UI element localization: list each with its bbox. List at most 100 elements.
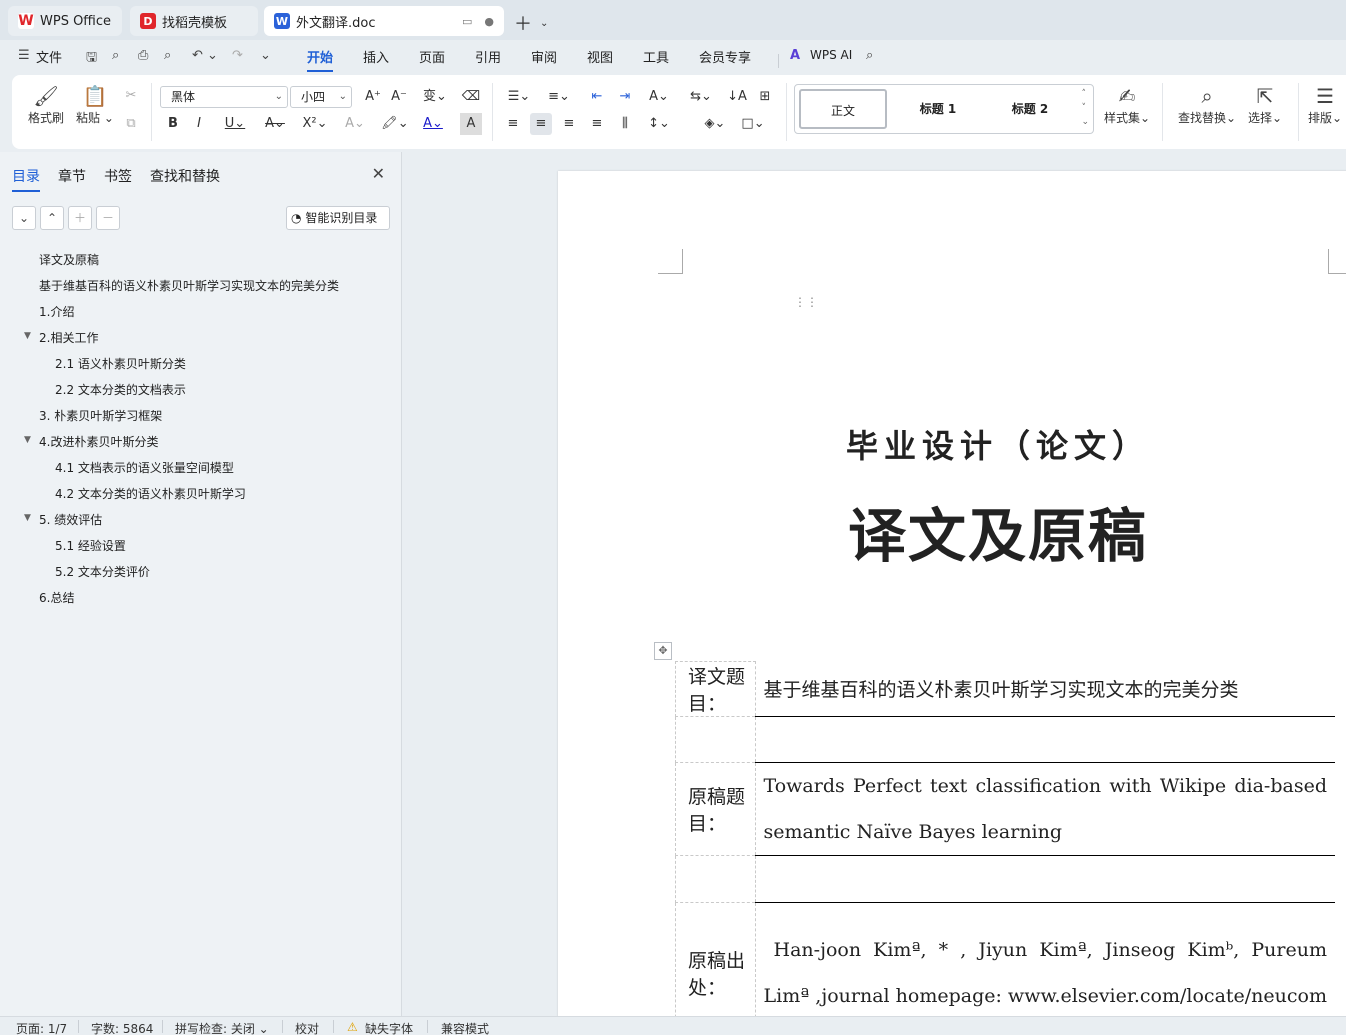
- menu-page[interactable]: 页面: [419, 47, 445, 66]
- menu-home[interactable]: 开始: [307, 47, 334, 72]
- toc-item[interactable]: 4.改进朴素贝叶斯分类: [39, 433, 158, 450]
- increase-indent-icon[interactable]: ⇥: [614, 86, 636, 108]
- toc-item[interactable]: 6.总结: [39, 589, 74, 606]
- toc-item[interactable]: 基于维基百科的语义朴素贝叶斯学习实现文本的完美分类: [39, 277, 339, 294]
- strikethrough-icon[interactable]: A⌄: [260, 113, 290, 135]
- nav-tab-bookmarks[interactable]: 书签: [104, 166, 132, 186]
- font-name-select[interactable]: 黑体 ⌄: [160, 86, 288, 108]
- status-compat-mode[interactable]: 兼容模式: [441, 1020, 489, 1035]
- tag-icon[interactable]: ⌕: [112, 48, 119, 63]
- search-icon[interactable]: ⌕: [866, 48, 873, 63]
- grow-font-icon[interactable]: A⁺: [362, 86, 384, 108]
- align-left-icon[interactable]: ≡: [502, 113, 524, 135]
- tab-wps-office[interactable]: W WPS Office: [8, 6, 122, 36]
- empty-value-cell[interactable]: [754, 855, 1335, 903]
- expand-triangle-icon[interactable]: ▼: [24, 513, 31, 523]
- copy-icon[interactable]: ⧉: [120, 113, 142, 135]
- underline-icon[interactable]: U⌄: [220, 113, 250, 135]
- status-spell-check[interactable]: 拼写检查: 关闭 ⌄: [175, 1020, 269, 1035]
- line-spacing-icon[interactable]: ↕⌄: [644, 113, 674, 135]
- numbered-list-icon[interactable]: ≡⌄: [544, 86, 574, 108]
- source-value[interactable]: Han-joon Kimª, * , Jiyun Kimª, Jinseog K…: [754, 902, 1335, 1016]
- menu-references[interactable]: 引用: [475, 47, 501, 66]
- status-missing-font[interactable]: 缺失字体: [365, 1020, 413, 1035]
- toc-item[interactable]: 4.1 文档表示的语义张量空间模型: [55, 459, 234, 476]
- toc-item[interactable]: 5. 绩效评估: [39, 511, 102, 528]
- empty-value-cell[interactable]: [754, 716, 1335, 763]
- sort-icon[interactable]: ↓A: [726, 86, 748, 108]
- toc-item[interactable]: 4.2 文本分类的语义朴素贝叶斯学习: [55, 485, 246, 502]
- menu-review[interactable]: 审阅: [531, 47, 557, 66]
- document-page[interactable]: ⋮⋮ 毕业设计（论文） 译文及原稿 ✥ 译文题目： 基于维基百科的语义朴素贝叶斯…: [558, 171, 1346, 1016]
- phonetic-guide-icon[interactable]: 变⌄: [420, 86, 450, 108]
- smart-toc-button[interactable]: ◔ 智能识别目录: [286, 206, 390, 230]
- nav-tab-sections[interactable]: 章节: [58, 166, 86, 186]
- remove-heading-icon[interactable]: －: [96, 206, 120, 230]
- undo-icon[interactable]: ↶ ⌄: [192, 48, 218, 63]
- collapse-up-icon[interactable]: ⌃: [40, 206, 64, 230]
- print-preview-icon[interactable]: ⌕: [164, 48, 171, 63]
- expand-triangle-icon[interactable]: ▼: [24, 331, 31, 341]
- original-title-value[interactable]: Towards Perfect text classification with…: [754, 762, 1335, 856]
- toc-item[interactable]: 2.2 文本分类的文档表示: [55, 381, 186, 398]
- document-canvas[interactable]: ⋮⋮ 毕业设计（论文） 译文及原稿 ✥ 译文题目： 基于维基百科的语义朴素贝叶斯…: [403, 152, 1346, 1016]
- window-icon[interactable]: ▭: [462, 15, 472, 28]
- nav-tab-toc[interactable]: 目录: [12, 166, 40, 192]
- bullet-list-icon[interactable]: ☰⌄: [504, 86, 534, 108]
- align-right-icon[interactable]: ≡: [558, 113, 580, 135]
- distributed-icon[interactable]: ⫼: [614, 113, 636, 135]
- font-color-icon[interactable]: A⌄: [418, 113, 448, 135]
- shrink-font-icon[interactable]: A⁻: [388, 86, 410, 108]
- toc-item[interactable]: 1.介绍: [39, 303, 74, 320]
- add-heading-icon[interactable]: ＋: [68, 206, 92, 230]
- paste-button[interactable]: 📋 粘贴 ⌄: [76, 83, 114, 126]
- quick-access-chevron-icon[interactable]: ⌄: [260, 48, 271, 63]
- clear-format-icon[interactable]: ⌫: [460, 86, 482, 108]
- tab-list-chevron-icon[interactable]: ⌄: [540, 18, 548, 29]
- justify-icon[interactable]: ≡: [586, 113, 608, 135]
- status-word-count[interactable]: 字数: 5864: [91, 1020, 153, 1035]
- decrease-indent-icon[interactable]: ⇤: [586, 86, 608, 108]
- new-tab-icon[interactable]: ＋: [514, 10, 532, 36]
- menu-hamburger-icon[interactable]: ☰: [18, 48, 30, 63]
- toc-item[interactable]: 5.2 文本分类评价: [55, 563, 150, 580]
- translated-title-value[interactable]: 基于维基百科的语义朴素贝叶斯学习实现文本的完美分类: [754, 661, 1335, 717]
- style-set-button[interactable]: ✍ 样式集⌄: [1104, 83, 1150, 126]
- borders-icon[interactable]: □⌄: [738, 113, 768, 135]
- style-heading-1[interactable]: 标题 1: [893, 89, 983, 129]
- menu-file[interactable]: 文件: [36, 47, 62, 66]
- menu-membership[interactable]: 会员专享: [699, 47, 751, 66]
- menu-wps-ai[interactable]: WPS AI: [810, 48, 852, 62]
- tab-document[interactable]: W 外文翻译.doc ▭ ●: [264, 6, 504, 36]
- italic-icon[interactable]: I: [188, 113, 210, 135]
- close-icon[interactable]: ✕: [372, 164, 385, 183]
- toc-item[interactable]: 3. 朴素贝叶斯学习框架: [39, 407, 162, 424]
- style-normal[interactable]: 正文: [799, 89, 887, 129]
- toc-item[interactable]: 2.1 语义朴素贝叶斯分类: [55, 355, 186, 372]
- status-proofread[interactable]: 校对: [295, 1020, 319, 1035]
- font-size-select[interactable]: 小四 ⌄: [290, 86, 352, 108]
- shading-icon[interactable]: ◈⌄: [700, 113, 730, 135]
- text-effect-icon[interactable]: A⌄: [340, 113, 370, 135]
- toc-item[interactable]: 译文及原稿: [39, 251, 99, 268]
- nav-tab-find-replace[interactable]: 查找和替换: [150, 166, 220, 186]
- highlight-icon[interactable]: 🖍⌄: [380, 113, 410, 135]
- print-icon[interactable]: ⎙: [138, 48, 148, 63]
- format-painter-button[interactable]: 🖌 格式刷: [28, 83, 64, 126]
- toc-item[interactable]: 2.相关工作: [39, 329, 98, 346]
- char-shading-icon[interactable]: A: [460, 113, 482, 135]
- chinese-layout-icon[interactable]: A⌄: [644, 86, 674, 108]
- tab-docer-templates[interactable]: D 找稻壳模板: [130, 6, 258, 36]
- menu-tools[interactable]: 工具: [643, 47, 669, 66]
- toc-item[interactable]: 5.1 经验设置: [55, 537, 126, 554]
- superscript-icon[interactable]: X²⌄: [300, 113, 330, 135]
- styles-scroll-icon[interactable]: ˄ ˅ ⌄: [1081, 87, 1089, 129]
- bold-icon[interactable]: B: [162, 113, 184, 135]
- layout-button[interactable]: ☰ 排版⌄: [1308, 83, 1342, 126]
- select-button[interactable]: ⇱ 选择⌄: [1248, 83, 1282, 126]
- expand-down-icon[interactable]: ⌄: [12, 206, 36, 230]
- menu-view[interactable]: 视图: [587, 47, 613, 66]
- table-move-icon[interactable]: ✥: [654, 642, 672, 660]
- status-page[interactable]: 页面: 1/7: [16, 1020, 67, 1035]
- align-center-icon[interactable]: ≡: [530, 113, 552, 135]
